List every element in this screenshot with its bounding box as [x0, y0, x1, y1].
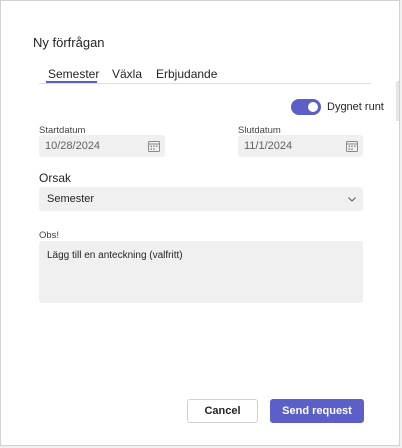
calendar-icon[interactable] — [346, 140, 358, 152]
send-request-button[interactable]: Send request — [270, 399, 364, 423]
tab-erbjudande[interactable]: Erbjudande — [156, 67, 217, 81]
note-textarea[interactable]: Lägg till en anteckning (valfritt) — [39, 241, 363, 303]
note-placeholder: Lägg till en anteckning (valfritt) — [47, 250, 183, 261]
all-day-toggle[interactable]: Dygnet runt — [291, 98, 384, 116]
scrollbar[interactable] — [396, 81, 399, 121]
dialog-title: Ny förfrågan — [33, 35, 105, 50]
tab-vaxla[interactable]: Växla — [112, 67, 142, 81]
active-tab-indicator — [46, 81, 97, 83]
tab-semester[interactable]: Semester — [48, 67, 99, 81]
request-type-tabs: Semester Växla Erbjudande — [39, 63, 371, 84]
reason-label: Orsak — [39, 171, 72, 185]
reason-selected-value: Semester — [47, 193, 95, 205]
toggle-switch[interactable] — [291, 99, 321, 115]
new-request-dialog: Ny förfrågan Semester Växla Erbjudande D… — [0, 0, 400, 446]
start-date-field[interactable]: 10/28/2024 — [39, 135, 165, 157]
all-day-label: Dygnet runt — [327, 101, 384, 113]
toggle-knob — [308, 102, 318, 112]
start-date-value: 10/28/2024 — [45, 140, 101, 152]
end-date-value: 11/1/2024 — [244, 140, 293, 152]
note-label: Obs! — [39, 230, 60, 241]
calendar-icon[interactable] — [148, 140, 160, 152]
end-date-field[interactable]: 11/1/2024 — [238, 135, 363, 157]
chevron-down-icon — [348, 197, 356, 202]
cancel-button[interactable]: Cancel — [187, 399, 258, 423]
reason-select[interactable]: Semester — [39, 187, 363, 211]
